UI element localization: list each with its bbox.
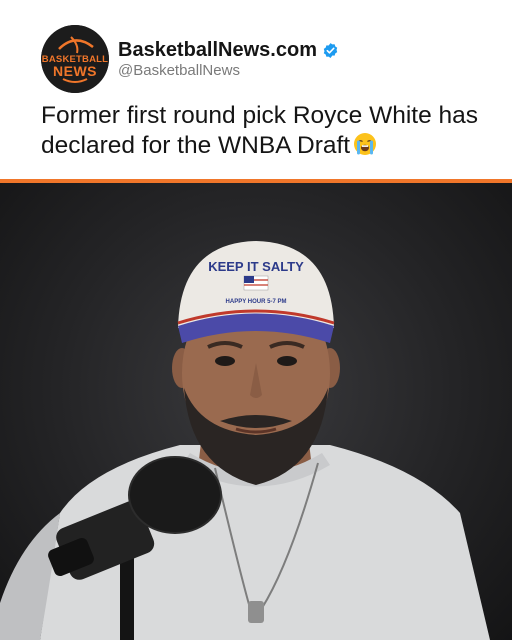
account-handle[interactable]: @BasketballNews [118, 62, 240, 79]
loudly-crying-face-icon [354, 133, 377, 155]
headline: Former first round pick Royce White has … [41, 101, 491, 161]
account-name-row: BasketballNews.com [118, 37, 339, 63]
verified-badge-icon [323, 42, 338, 58]
hat-slogan: KEEP IT SALTY [208, 259, 304, 274]
hat-subtext: HAPPY HOUR 5-7 PM [226, 299, 287, 305]
post-header: BASKETBALL NEWS BasketballNews.com @Bask… [0, 0, 512, 181]
avatar-line-2: NEWS [53, 63, 97, 79]
person-with-microphone-illustration: KEEP IT SALTY HAPPY HOUR 5-7 PM [0, 241, 490, 640]
post-image[interactable]: KEEP IT SALTY HAPPY HOUR 5-7 PM [0, 183, 512, 640]
account-name[interactable]: BasketballNews.com [118, 39, 317, 62]
avatar[interactable]: BASKETBALL NEWS [41, 25, 109, 93]
headline-text: Former first round pick Royce White has … [41, 102, 479, 159]
